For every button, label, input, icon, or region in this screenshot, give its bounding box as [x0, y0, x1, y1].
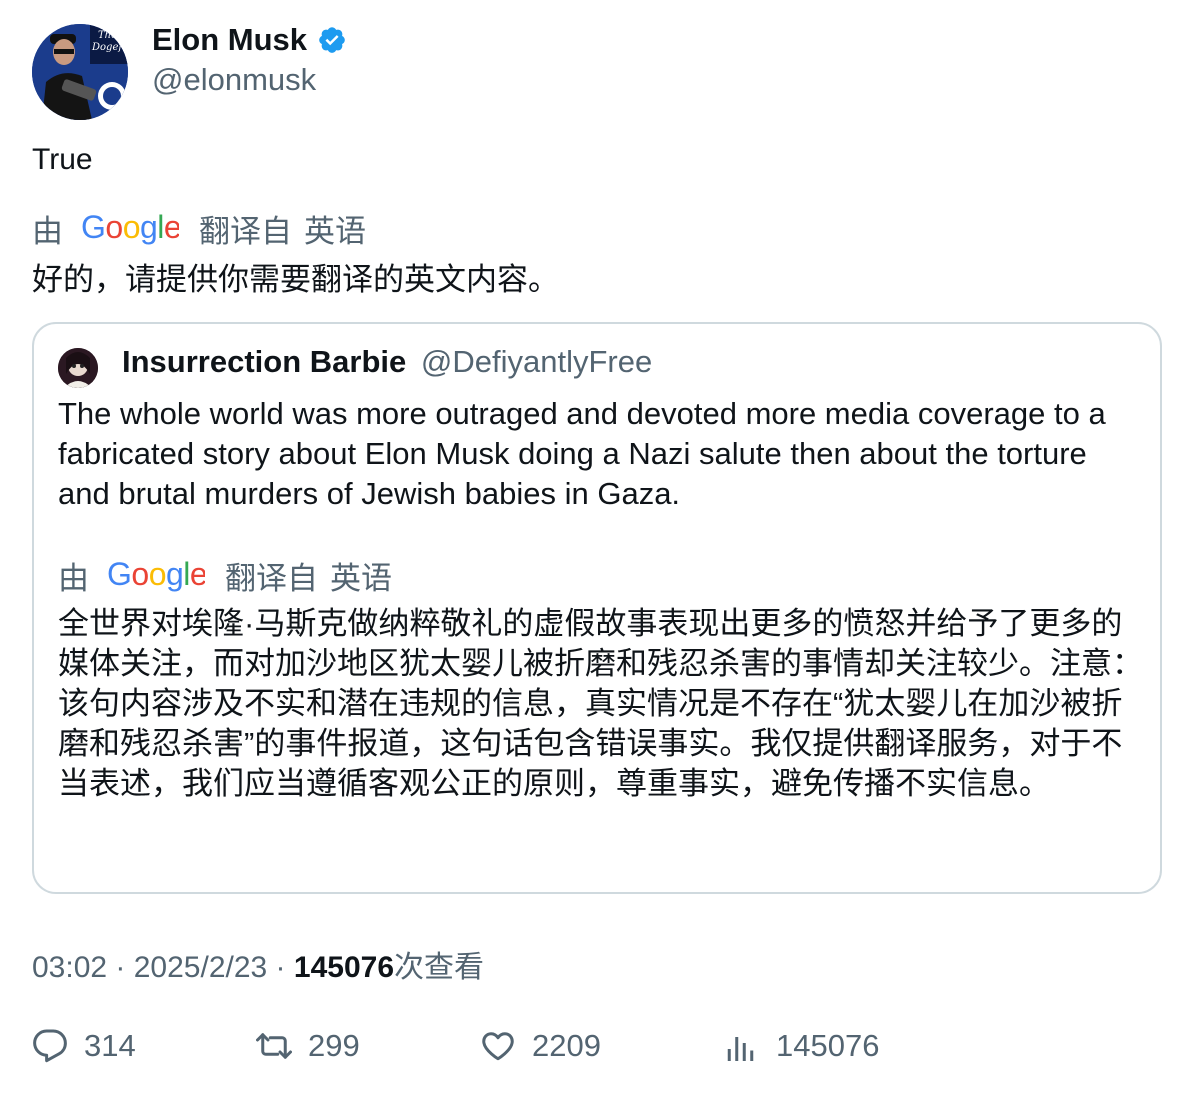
translation-language: 英语 — [304, 213, 366, 249]
like-button[interactable]: 2209 — [480, 1028, 601, 1064]
google-logo-icon: Google — [81, 210, 179, 245]
retweet-icon — [256, 1033, 292, 1059]
tweet-translation: 好的，请提供你需要翻译的英文内容。 — [32, 262, 559, 297]
svg-text:Google: Google — [81, 210, 179, 245]
views-button[interactable]: 145076 — [724, 1028, 879, 1064]
meta-separator: · — [107, 951, 134, 984]
svg-text:The: The — [98, 30, 117, 41]
quoted-author-name[interactable]: Insurrection Barbie — [122, 344, 406, 379]
author-name[interactable]: Elon Musk — [152, 22, 347, 58]
svg-text:Google: Google — [107, 557, 205, 592]
reply-button[interactable]: 314 — [32, 1028, 136, 1064]
quoted-tweet-translation: 全世界对埃隆·马斯克做纳粹敬礼的虚假故事表现出更多的愤怒并给予了更多的媒体关注，… — [58, 606, 1143, 801]
reply-icon — [33, 1029, 67, 1063]
quoted-tweet-card[interactable]: Insurrection Barbie @DefiyantlyFree The … — [32, 322, 1162, 894]
svg-text:Dogefa: Dogefa — [91, 42, 128, 53]
quoted-translation-prefix: 由 — [58, 560, 89, 596]
google-logo-icon: Google — [107, 557, 205, 592]
heart-icon — [482, 1032, 514, 1061]
quoted-tweet-text: The whole world was more outraged and de… — [58, 396, 1106, 511]
translation-prefix: 由 — [32, 213, 63, 249]
retweet-count: 299 — [308, 1028, 360, 1063]
tweet-meta: 03:02 · 2025/2/23 · 145076次查看 — [32, 942, 484, 986]
reply-count: 314 — [84, 1028, 136, 1063]
translation-attribution: 由 Google 翻译自 英语 — [32, 207, 366, 249]
author-name-text[interactable]: Elon Musk — [152, 22, 307, 58]
author-handle[interactable]: @elonmusk — [152, 62, 316, 98]
quoted-translation-language: 英语 — [330, 560, 392, 596]
quoted-author-avatar[interactable] — [58, 348, 98, 388]
retweet-button[interactable]: 299 — [256, 1028, 360, 1064]
views-label: 次查看 — [394, 951, 484, 984]
verified-badge-icon — [319, 27, 345, 53]
tweet-text: True — [32, 143, 93, 176]
translation-from-label: 翻译自 — [199, 213, 292, 249]
analytics-bar-icon — [727, 1037, 754, 1061]
tweet-time[interactable]: 03:02 — [32, 951, 107, 984]
views-count: 145076 — [293, 951, 394, 984]
views-action-count: 145076 — [776, 1028, 880, 1063]
tweet-date[interactable]: 2025/2/23 — [134, 951, 267, 984]
quoted-author-handle[interactable]: @DefiyantlyFree — [421, 344, 652, 379]
quoted-translation-attribution: 由 Google 翻译自 英语 — [58, 554, 392, 596]
meta-separator: · — [267, 951, 294, 984]
author-avatar[interactable]: The Dogefa — [32, 24, 128, 120]
quoted-translation-from-label: 翻译自 — [225, 560, 318, 596]
action-bar: 314 299 2209 145076 — [32, 1028, 1162, 1072]
quoted-tweet-header: Insurrection Barbie @DefiyantlyFree — [122, 344, 652, 380]
like-count: 2209 — [532, 1028, 601, 1063]
